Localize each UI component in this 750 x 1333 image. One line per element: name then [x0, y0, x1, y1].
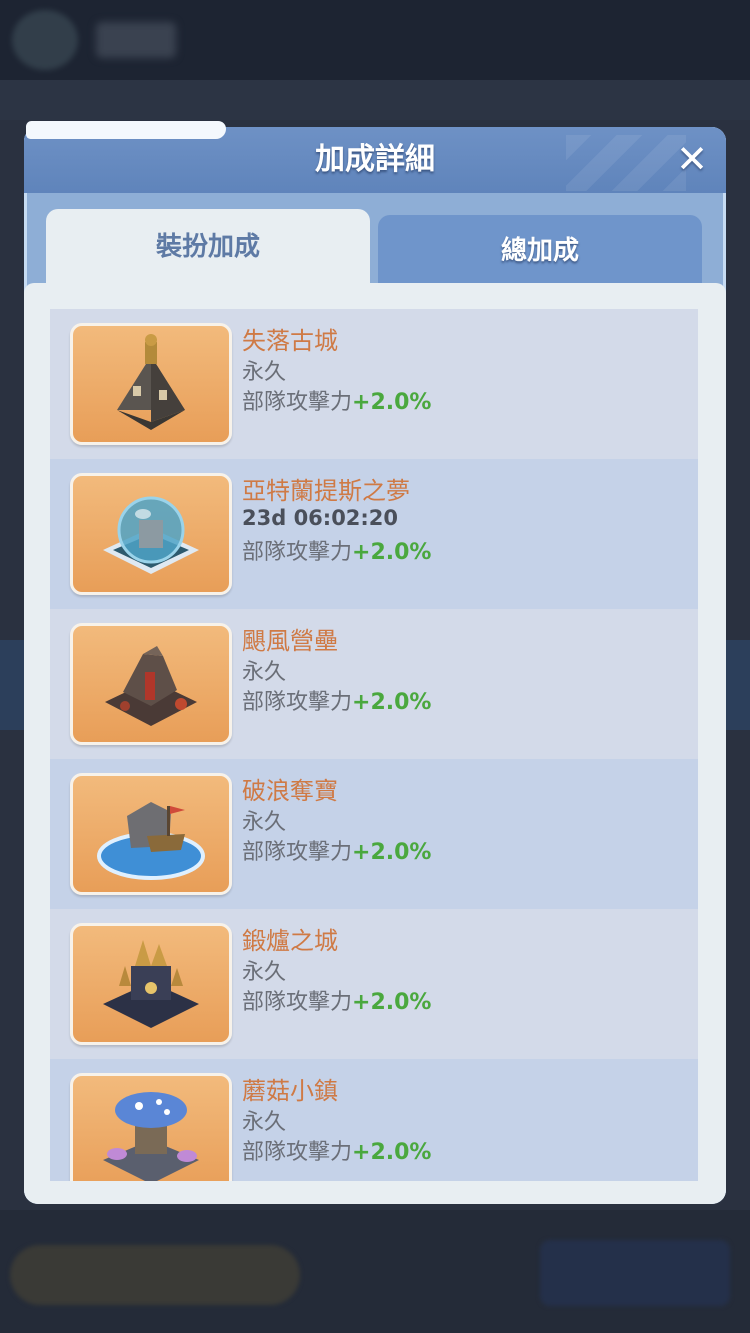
stat-label: 部隊攻擊力 [242, 690, 353, 715]
tab-skin-bonus[interactable]: 裝扮加成 [46, 209, 370, 285]
stat-label: 部隊攻擊力 [242, 540, 353, 565]
stat-label: 部隊攻擊力 [242, 1140, 353, 1165]
item-duration: 永久 [242, 360, 287, 385]
background-button [540, 1240, 730, 1306]
modal-title: 加成詳細 [315, 142, 435, 177]
background-name [96, 22, 176, 58]
item-timer: 23d 06:02:20 [242, 506, 399, 530]
item-stat: 部隊攻擊力+2.0% [242, 384, 431, 416]
mushroom-town-icon [70, 1073, 232, 1181]
bonus-detail-modal: 加成詳細 ✕ 裝扮加成 總加成 失落古城 永久 部隊攻擊力+2.0% 亞特蘭提斯… [24, 121, 726, 1204]
item-stat: 部隊攻擊力+2.0% [242, 684, 431, 716]
stat-label: 部隊攻擊力 [242, 840, 353, 865]
list-item: 鍛爐之城 永久 部隊攻擊力+2.0% [50, 909, 698, 1059]
stat-value: +2.0% [352, 990, 432, 1015]
item-name: 鍛爐之城 [242, 927, 338, 955]
tab-total-bonus[interactable]: 總加成 [378, 215, 702, 283]
item-stat: 部隊攻擊力+2.0% [242, 834, 431, 866]
list-item: 破浪奪寶 永久 部隊攻擊力+2.0% [50, 759, 698, 909]
item-name: 蘑菇小鎮 [242, 1077, 338, 1105]
bonus-list-panel: 失落古城 永久 部隊攻擊力+2.0% 亞特蘭提斯之夢 23d 06:02:20 … [24, 283, 726, 1204]
list-item: 亞特蘭提斯之夢 23d 06:02:20 部隊攻擊力+2.0% [50, 459, 698, 609]
list-item: 失落古城 永久 部隊攻擊力+2.0% [50, 309, 698, 459]
stat-value: +2.0% [352, 1140, 432, 1165]
item-stat: 部隊攻擊力+2.0% [242, 984, 431, 1016]
item-stat: 部隊攻擊力+2.0% [242, 1134, 431, 1166]
forge-city-icon [70, 923, 232, 1045]
list-item: 颶風營壘 永久 部隊攻擊力+2.0% [50, 609, 698, 759]
hurricane-fort-icon [70, 623, 232, 745]
stat-label: 部隊攻擊力 [242, 390, 353, 415]
item-name: 颶風營壘 [242, 627, 338, 655]
ancient-city-icon [70, 323, 232, 445]
stat-value: +2.0% [352, 390, 432, 415]
background-avatar [12, 10, 78, 70]
stat-label: 部隊攻擊力 [242, 990, 353, 1015]
item-duration: 永久 [242, 960, 287, 985]
atlantis-globe-icon [70, 473, 232, 595]
background-band [0, 80, 750, 120]
bonus-list[interactable]: 失落古城 永久 部隊攻擊力+2.0% 亞特蘭提斯之夢 23d 06:02:20 … [50, 309, 698, 1181]
item-stat: 部隊攻擊力+2.0% [242, 534, 431, 566]
item-duration: 永久 [242, 810, 287, 835]
item-name: 亞特蘭提斯之夢 [242, 477, 410, 505]
pirate-ship-icon [70, 773, 232, 895]
close-icon[interactable]: ✕ [672, 139, 712, 179]
stat-value: +2.0% [352, 690, 432, 715]
item-name: 破浪奪寶 [242, 777, 338, 805]
item-name: 失落古城 [242, 327, 338, 355]
item-duration: 永久 [242, 660, 287, 685]
modal-header: 加成詳細 ✕ [24, 121, 726, 193]
list-item: 蘑菇小鎮 永久 部隊攻擊力+2.0% [50, 1059, 698, 1181]
stat-value: +2.0% [352, 540, 432, 565]
item-duration: 永久 [242, 1110, 287, 1135]
stat-value: +2.0% [352, 840, 432, 865]
background-resource-pill [10, 1245, 300, 1305]
